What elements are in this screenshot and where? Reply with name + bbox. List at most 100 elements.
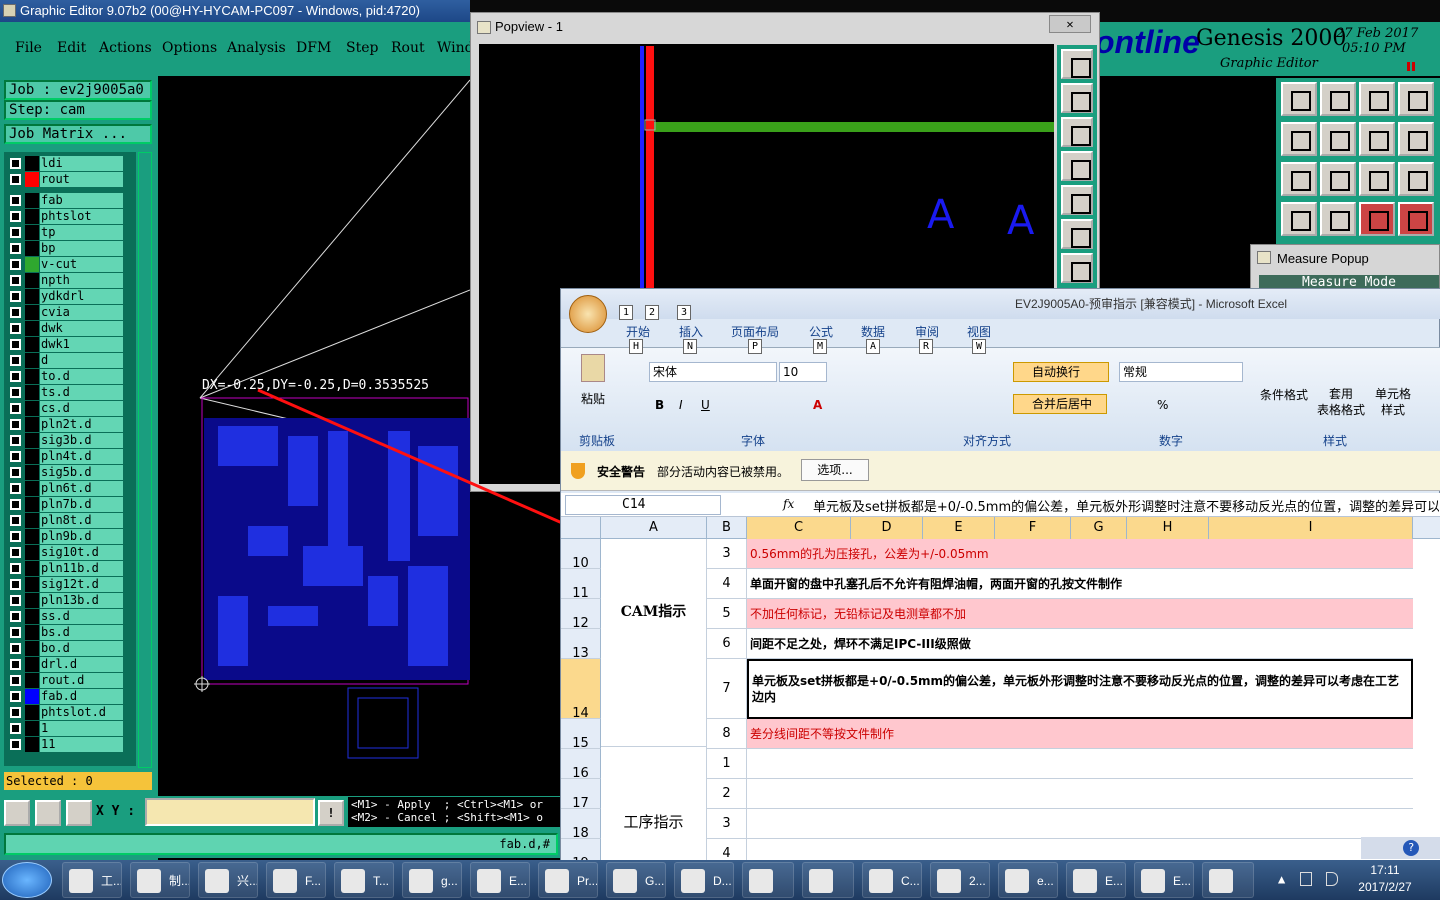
layer-row-fab-d[interactable]: fab.d xyxy=(8,689,123,704)
layer-row-ts-d[interactable]: ts.d xyxy=(8,385,123,400)
layer-color-swatch[interactable] xyxy=(25,689,39,704)
layer-color-swatch[interactable] xyxy=(25,401,39,416)
layer-checkbox[interactable] xyxy=(10,243,21,254)
menu-dfm[interactable]: DFM xyxy=(296,40,331,56)
layer-name[interactable]: 11 xyxy=(40,737,123,752)
layer-row-ss-d[interactable]: ss.d xyxy=(8,609,123,624)
pan-left-button[interactable] xyxy=(1281,122,1317,156)
layer-color-swatch[interactable] xyxy=(25,705,39,720)
table-format-button[interactable]: 套用 表格格式 xyxy=(1315,386,1367,418)
layer-row-pln11b-d[interactable]: pln11b.d xyxy=(8,561,123,576)
row-header[interactable]: 14 xyxy=(561,659,601,721)
col-header-g[interactable]: G xyxy=(1071,517,1127,539)
layer-checkbox[interactable] xyxy=(10,467,21,478)
taskbar-item[interactable]: g... xyxy=(402,862,462,898)
layer-color-swatch[interactable] xyxy=(25,529,39,544)
col-header-a[interactable]: A xyxy=(601,517,707,539)
cell-c[interactable] xyxy=(747,839,1413,861)
layer-color-swatch[interactable] xyxy=(25,673,39,688)
row-header[interactable]: 11 xyxy=(561,569,601,601)
snap-icon[interactable] xyxy=(4,800,30,826)
layer-row-dwk1[interactable]: dwk1 xyxy=(8,337,123,352)
layer-checkbox[interactable] xyxy=(10,723,21,734)
layer-name[interactable]: bs.d xyxy=(40,625,123,640)
tab-insert[interactable]: 插入 xyxy=(679,323,703,340)
taskbar-item[interactable]: Pr... xyxy=(538,862,598,898)
alert-button[interactable]: ! xyxy=(318,800,344,826)
menu-actions[interactable]: Actions xyxy=(99,40,152,56)
layer-checkbox[interactable] xyxy=(10,595,21,606)
system-clock[interactable]: 17:11 2017/2/27 xyxy=(1340,862,1430,898)
merge-center-button[interactable]: 合并后居中 xyxy=(1013,394,1107,414)
layer-color-swatch[interactable] xyxy=(25,577,39,592)
cell-style-button[interactable]: 单元格 样式 xyxy=(1371,386,1415,418)
layer-name[interactable]: sig10t.d xyxy=(40,545,123,560)
filter-button[interactable] xyxy=(1359,202,1395,236)
col-header-d[interactable]: D xyxy=(851,517,923,539)
layer-color-swatch[interactable] xyxy=(25,481,39,496)
layer-checkbox[interactable] xyxy=(10,547,21,558)
layer-color-swatch[interactable] xyxy=(25,172,39,187)
pop-right-icon[interactable] xyxy=(1061,185,1093,215)
layer-row-ldi[interactable]: ldi xyxy=(8,156,123,171)
col-header-c[interactable]: C xyxy=(747,517,851,539)
layer-color-swatch[interactable] xyxy=(25,737,39,752)
layer-checkbox[interactable] xyxy=(10,515,21,526)
layer-row-pln9b-d[interactable]: pln9b.d xyxy=(8,529,123,544)
taskbar-item[interactable]: T... xyxy=(334,862,394,898)
select-all[interactable] xyxy=(561,517,601,539)
zoom-screen-button[interactable] xyxy=(1398,82,1434,116)
layer-color-swatch[interactable] xyxy=(25,273,39,288)
layer-name[interactable]: pln9b.d xyxy=(40,529,123,544)
layer-checkbox[interactable] xyxy=(10,435,21,446)
taskbar-item[interactable]: F... xyxy=(266,862,326,898)
layer-name[interactable]: pln8t.d xyxy=(40,513,123,528)
process-instruction-label[interactable]: 工序指示 xyxy=(601,747,707,861)
layer-name[interactable]: pln13b.d xyxy=(40,593,123,608)
layer-color-swatch[interactable] xyxy=(25,257,39,272)
xy-input[interactable] xyxy=(145,798,315,826)
layer-row-v-cut[interactable]: v-cut xyxy=(8,257,123,272)
layer-name[interactable]: ldi xyxy=(40,156,123,171)
layer-name[interactable]: sig5b.d xyxy=(40,465,123,480)
cell-b[interactable]: 4 xyxy=(707,569,747,599)
layer-checkbox[interactable] xyxy=(10,483,21,494)
layer-color-swatch[interactable] xyxy=(25,209,39,224)
layer-row-11[interactable]: 11 xyxy=(8,737,123,752)
layer-name[interactable]: pln11b.d xyxy=(40,561,123,576)
layer-row-to-d[interactable]: to.d xyxy=(8,369,123,384)
layer-color-swatch[interactable] xyxy=(25,289,39,304)
row-header[interactable]: 13 xyxy=(561,629,601,661)
layer-row-cs-d[interactable]: cs.d xyxy=(8,401,123,416)
layer-checkbox[interactable] xyxy=(10,355,21,366)
job-field[interactable]: Job : ev2j9005a0 xyxy=(4,80,152,100)
cam-instruction-label[interactable]: CAM指示 xyxy=(601,539,707,747)
layer-name[interactable]: rout.d xyxy=(40,673,123,688)
layer-checkbox[interactable] xyxy=(10,611,21,622)
layer-row-pln4t-d[interactable]: pln4t.d xyxy=(8,449,123,464)
col-header-b[interactable]: B xyxy=(707,517,747,539)
pop-center-icon[interactable] xyxy=(1061,253,1093,283)
tab-data[interactable]: 数据 xyxy=(861,323,885,340)
col-header-f[interactable]: F xyxy=(995,517,1071,539)
layer-color-swatch[interactable] xyxy=(25,337,39,352)
layer-color-swatch[interactable] xyxy=(25,241,39,256)
tray-network-icon[interactable] xyxy=(1300,872,1312,886)
tab-home[interactable]: 开始 xyxy=(626,323,650,340)
help-icon[interactable]: ? xyxy=(1403,840,1419,856)
layer-row-pln7b-d[interactable]: pln7b.d xyxy=(8,497,123,512)
taskbar-item[interactable]: E... xyxy=(1134,862,1194,898)
layer-checkbox[interactable] xyxy=(10,158,21,169)
layer-name[interactable]: rout xyxy=(40,172,123,187)
layer-color-swatch[interactable] xyxy=(25,465,39,480)
tray-expand-icon[interactable]: ▲ xyxy=(1278,872,1285,886)
layer-row-pln6t-d[interactable]: pln6t.d xyxy=(8,481,123,496)
layer-row-dwk[interactable]: dwk xyxy=(8,321,123,336)
job-matrix-button[interactable]: Job Matrix ... xyxy=(4,124,152,144)
taskbar-item[interactable] xyxy=(802,862,854,898)
active-cell[interactable]: 单元板及set拼板都是+0/-0.5mm的偏公差，单元板外形调整时注意不要移动反… xyxy=(747,659,1413,719)
menu-analysis[interactable]: Analysis xyxy=(227,40,286,56)
layer-color-swatch[interactable] xyxy=(25,657,39,672)
zoom-home-button[interactable] xyxy=(1281,82,1317,116)
layer-name[interactable]: ts.d xyxy=(40,385,123,400)
